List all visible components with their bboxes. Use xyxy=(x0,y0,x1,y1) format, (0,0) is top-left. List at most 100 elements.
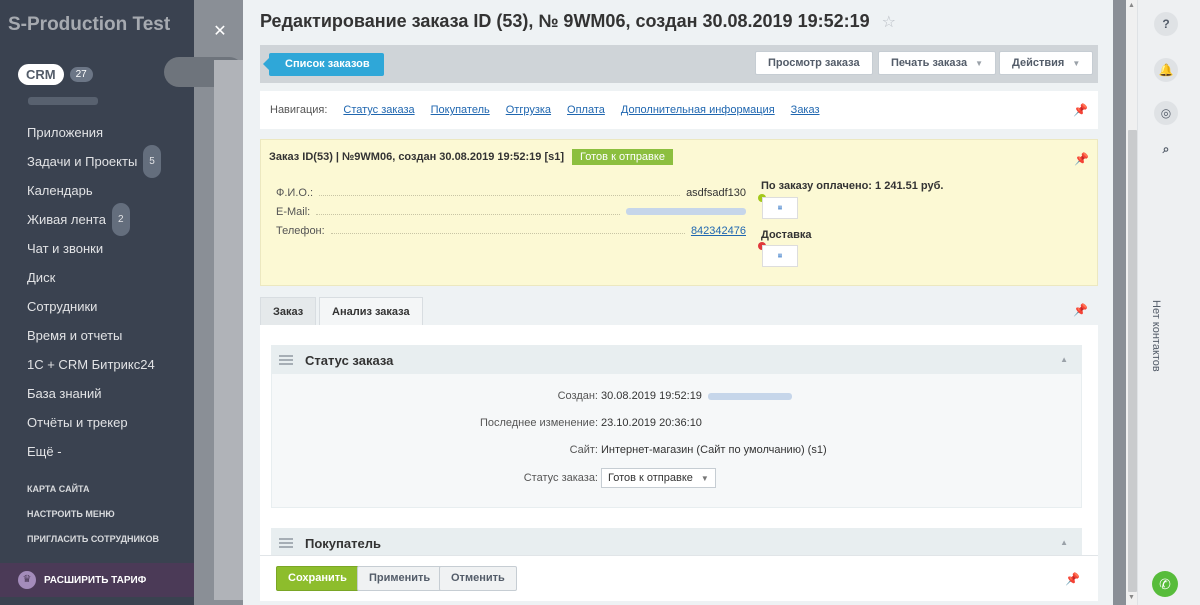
scroll-down-icon[interactable]: ▼ xyxy=(1128,594,1135,601)
view-order-label: Просмотр заказа xyxy=(768,57,860,69)
scrollbar-thumb[interactable] xyxy=(1128,130,1137,592)
right-rail: ? 🔔 ◎ ⌕ Нет контактов ✆ xyxy=(1137,0,1200,605)
order-tabs: Заказ Анализ заказа 📌 xyxy=(260,297,1098,326)
paid-amount: По заказу оплачено: 1 241.51 руб. xyxy=(761,180,944,192)
sidebar-item[interactable]: База знаний xyxy=(0,379,194,408)
invite-link[interactable]: ПРИГЛАСИТЬ СОТРУДНИКОВ xyxy=(27,532,159,557)
view-order-button[interactable]: Просмотр заказа xyxy=(755,51,873,75)
dotted-leader xyxy=(316,214,620,215)
sidebar-item[interactable]: Сотрудники xyxy=(0,292,194,321)
delivery-title: Доставка xyxy=(761,229,812,241)
created-value: 30.08.2019 19:52:19 xyxy=(601,390,702,402)
navigation-bar: Навигация: Статус заказа Покупатель Отгр… xyxy=(260,91,1098,129)
sidebar-item[interactable]: Живая лента 2 xyxy=(0,203,194,236)
scroll-up-icon[interactable]: ▲ xyxy=(1128,2,1135,9)
toolbar: Список заказов Просмотр заказа Печать за… xyxy=(260,45,1098,83)
modified-label: Последнее изменение: xyxy=(479,417,598,429)
site-row: Сайт: Интернет-магазин (Сайт по умолчани… xyxy=(272,444,1083,460)
actions-label: Действия xyxy=(1012,57,1065,69)
tab-order[interactable]: Заказ xyxy=(260,297,317,326)
nav-link-additional-info[interactable]: Дополнительная информация xyxy=(621,104,775,116)
collapse-icon[interactable]: ▲ xyxy=(1060,355,1068,364)
status-badge: Готов к отправке xyxy=(572,149,673,165)
bell-icon[interactable]: 🔔 xyxy=(1154,58,1178,82)
delivery-service-logo: ▦ xyxy=(762,245,798,267)
navigation-label: Навигация: xyxy=(270,104,328,116)
search-icon[interactable]: ⌕ xyxy=(1154,137,1178,161)
sidebar-item[interactable]: Ещё - xyxy=(0,437,194,466)
sidebar-small-links: КАРТА САЙТА НАСТРОИТЬ МЕНЮ ПРИГЛАСИТЬ СО… xyxy=(27,482,159,557)
sidebar-item[interactable]: Чат и звонки xyxy=(0,234,194,263)
phone-label: Телефон: xyxy=(276,225,325,237)
order-status-select[interactable]: Готов к отправке ▼ xyxy=(601,468,716,488)
phone-icon[interactable]: ✆ xyxy=(1152,571,1178,597)
created-by-link-redacted[interactable] xyxy=(707,392,792,400)
chevron-down-icon: ▼ xyxy=(700,473,709,483)
star-icon[interactable]: ☆ xyxy=(882,12,896,32)
sidebar-item-label: Время и отчеты xyxy=(27,328,123,343)
help-icon[interactable]: ? xyxy=(1154,12,1178,36)
actions-button[interactable]: Действия ▼ xyxy=(999,51,1094,75)
sidebar-item-label: Ещё - xyxy=(27,444,62,459)
chat-icon[interactable]: ◎ xyxy=(1154,101,1178,125)
drag-handle-icon[interactable] xyxy=(279,353,293,367)
order-status-wrap: Готов к отправке ▼ xyxy=(601,468,716,488)
no-contacts-label: Нет контактов xyxy=(1150,300,1162,372)
sitemap-link[interactable]: КАРТА САЙТА xyxy=(27,482,159,507)
created-row: Создан: 30.08.2019 19:52:19 xyxy=(272,390,1083,406)
pin-icon[interactable]: 📌 xyxy=(1065,572,1080,586)
crm-header[interactable]: CRM 27 xyxy=(18,64,93,85)
save-button[interactable]: Сохранить xyxy=(276,566,359,591)
email-value-redacted[interactable] xyxy=(626,208,746,215)
orders-list-button[interactable]: Список заказов xyxy=(263,53,384,76)
dotted-leader xyxy=(319,195,681,196)
chevron-down-icon: ▼ xyxy=(1072,59,1081,68)
sidebar-item[interactable]: Календарь xyxy=(0,176,194,205)
upgrade-plan-button[interactable]: ♛ РАСШИРИТЬ ТАРИФ xyxy=(0,563,194,597)
collapse-icon[interactable]: ▲ xyxy=(1060,538,1068,547)
nav-link-buyer[interactable]: Покупатель xyxy=(431,104,490,116)
close-icon[interactable]: ✕ xyxy=(210,22,230,42)
configure-menu-link[interactable]: НАСТРОИТЬ МЕНЮ xyxy=(27,507,159,532)
sidebar-item[interactable]: Время и отчеты xyxy=(0,321,194,350)
portal-name: S-Production Test xyxy=(8,14,171,35)
apply-button[interactable]: Применить xyxy=(357,566,443,591)
nav-link-order-status[interactable]: Статус заказа xyxy=(343,104,414,116)
sidebar-item-label: 1С + CRM Битрикс24 xyxy=(27,357,155,372)
email-row: E-Mail: xyxy=(276,204,746,218)
sidebar-item[interactable]: Отчёты и трекер xyxy=(0,408,194,437)
pin-icon[interactable]: 📌 xyxy=(1073,303,1088,317)
upgrade-label: РАСШИРИТЬ ТАРИФ xyxy=(44,574,147,586)
pin-icon[interactable]: 📌 xyxy=(1074,152,1089,166)
order-status-row: Статус заказа: Готов к отправке ▼ xyxy=(272,468,1083,488)
sidebar-item[interactable]: Приложения xyxy=(0,118,194,147)
phone-link[interactable]: 842342476 xyxy=(691,225,746,237)
sidebar-item[interactable]: Задачи и Проекты 5 xyxy=(0,145,194,178)
buyer-section-title: Покупатель xyxy=(305,535,381,551)
modified-value: 23.10.2019 20:36:10 xyxy=(601,417,702,429)
sidebar-item-label: Отчёты и трекер xyxy=(27,415,128,430)
pin-icon[interactable]: 📌 xyxy=(1073,103,1088,117)
print-order-button[interactable]: Печать заказа ▼ xyxy=(878,51,997,75)
tab-order-analysis[interactable]: Анализ заказа xyxy=(319,297,423,326)
left-sidebar: S-Production Test CRM 27 Приложения Задач… xyxy=(0,0,194,605)
dotted-leader xyxy=(330,233,685,234)
payment-system-logo: ▦ xyxy=(762,197,798,219)
nav-link-payment[interactable]: Оплата xyxy=(567,104,605,116)
print-order-label: Печать заказа xyxy=(891,57,968,69)
sidebar-item[interactable]: Диск xyxy=(0,263,194,292)
nav-link-order[interactable]: Заказ xyxy=(791,104,820,116)
sidebar-item-count: 2 xyxy=(111,203,130,236)
nav-link-shipment[interactable]: Отгрузка xyxy=(506,104,551,116)
site-label: Сайт: xyxy=(569,444,598,456)
sidebar-item[interactable]: 1С + CRM Битрикс24 xyxy=(0,350,194,379)
sidebar-item-label: Чат и звонки xyxy=(27,241,104,256)
order-status-value: Готов к отправке xyxy=(608,472,693,484)
buyer-section-header[interactable]: Покупатель ▲ xyxy=(271,528,1082,555)
drag-handle-icon[interactable] xyxy=(279,536,293,550)
footer-bar: Сохранить Применить Отменить 📌 xyxy=(260,555,1098,601)
status-section-header[interactable]: Статус заказа ▲ xyxy=(271,345,1082,375)
cancel-button[interactable]: Отменить xyxy=(439,566,517,591)
created-value-wrap: 30.08.2019 19:52:19 xyxy=(601,390,792,402)
crm-pill[interactable]: CRM xyxy=(18,64,64,85)
